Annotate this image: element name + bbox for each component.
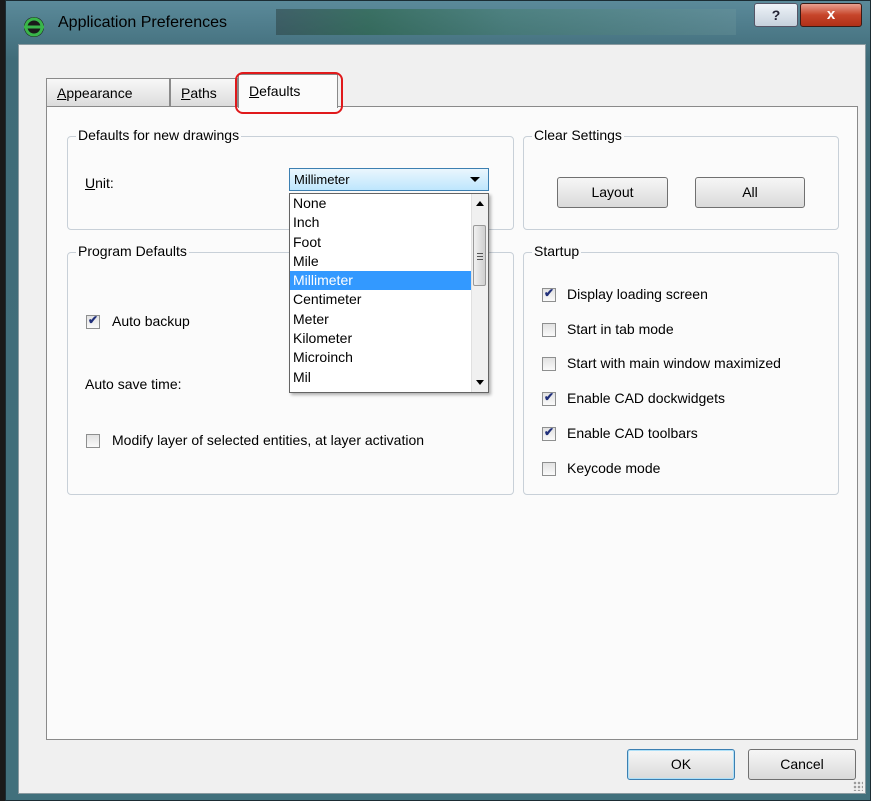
startup-title: Startup: [532, 243, 582, 259]
tab-defaults-label: efaults: [259, 83, 301, 99]
auto-save-time-label: Auto save time:: [85, 376, 182, 392]
unit-combobox[interactable]: Millimeter: [289, 168, 489, 191]
app-icon: [24, 17, 44, 37]
tab-paths-mnemonic: P: [181, 85, 191, 101]
resize-grip-icon[interactable]: [853, 781, 863, 791]
chevron-down-icon: [470, 177, 480, 182]
dialog-client-area: Appearance Paths Defaults Defaults for n…: [18, 44, 866, 794]
cancel-button[interactable]: Cancel: [748, 749, 856, 780]
scroll-up-icon[interactable]: [476, 201, 484, 206]
start-maximized-checkbox[interactable]: [542, 357, 556, 371]
clear-layout-button[interactable]: Layout: [557, 177, 668, 208]
list-item[interactable]: Centimeter: [290, 290, 488, 309]
startup-group: Startup Display loading screen Start in …: [523, 243, 839, 495]
program-defaults-title: Program Defaults: [76, 243, 189, 259]
list-item[interactable]: Kilometer: [290, 329, 488, 348]
window-title: Application Preferences: [58, 14, 227, 31]
defaults-group-title: Defaults for new drawings: [76, 127, 242, 143]
help-button[interactable]: ?: [754, 3, 798, 27]
modify-layer-checkbox[interactable]: [86, 434, 100, 448]
list-item[interactable]: None: [290, 194, 488, 213]
clear-settings-title: Clear Settings: [532, 127, 624, 143]
modify-layer-label: Modify layer of selected entities, at la…: [112, 432, 425, 448]
keycode-mode-checkbox[interactable]: [542, 462, 556, 476]
title-bar-decoration: [276, 9, 736, 35]
scroll-down-icon[interactable]: [476, 380, 484, 385]
list-item[interactable]: Mile: [290, 252, 488, 271]
display-loading-screen-checkbox[interactable]: [542, 286, 556, 302]
title-bar[interactable]: Application Preferences ? x: [6, 1, 870, 41]
unit-label-text: nit:: [95, 175, 114, 191]
enable-cad-toolbars-checkbox[interactable]: [542, 425, 556, 441]
enable-cad-dockwidgets-label: Enable CAD dockwidgets: [567, 390, 725, 406]
enable-cad-toolbars-label: Enable CAD toolbars: [567, 425, 698, 441]
list-item[interactable]: Inch: [290, 213, 488, 232]
list-item[interactable]: Mil: [290, 368, 488, 387]
keycode-mode-label: Keycode mode: [567, 460, 661, 476]
unit-combobox-value: Millimeter: [294, 172, 350, 187]
clear-settings-group: Clear Settings Layout All: [523, 127, 839, 230]
auto-backup-label: Auto backup: [112, 313, 190, 329]
list-item-selected[interactable]: Millimeter: [290, 271, 488, 291]
list-item[interactable]: Foot: [290, 233, 488, 252]
dropdown-scrollbar[interactable]: [471, 194, 488, 392]
unit-label-mnemonic: U: [85, 175, 96, 191]
ok-button[interactable]: OK: [627, 749, 735, 780]
list-item[interactable]: Meter: [290, 310, 488, 329]
clear-all-button[interactable]: All: [695, 177, 805, 208]
unit-dropdown-list[interactable]: None Inch Foot Mile Millimeter Centimete…: [289, 193, 489, 393]
list-item[interactable]: Microinch: [290, 348, 488, 367]
close-button[interactable]: x: [800, 3, 862, 27]
tab-defaults-mnemonic: D: [249, 83, 260, 99]
start-in-tab-mode-checkbox[interactable]: [542, 323, 556, 337]
tab-defaults[interactable]: Defaults: [238, 74, 338, 108]
auto-backup-checkbox[interactable]: [86, 313, 100, 329]
preferences-window: Application Preferences ? x Appearance P…: [5, 0, 871, 801]
grip-icon: [477, 253, 483, 254]
display-loading-screen-label: Display loading screen: [567, 286, 708, 302]
start-in-tab-mode-label: Start in tab mode: [567, 321, 674, 337]
start-maximized-label: Start with main window maximized: [567, 355, 781, 371]
tab-paths[interactable]: Paths: [170, 78, 238, 106]
enable-cad-dockwidgets-checkbox[interactable]: [542, 390, 556, 406]
unit-label: Unit:: [85, 175, 114, 191]
scrollbar-thumb[interactable]: [473, 225, 486, 286]
tab-appearance-label: ppearance: [66, 85, 133, 101]
tab-appearance[interactable]: Appearance: [46, 78, 170, 106]
tab-paths-label: aths: [190, 85, 217, 101]
tab-appearance-mnemonic: A: [57, 85, 67, 101]
